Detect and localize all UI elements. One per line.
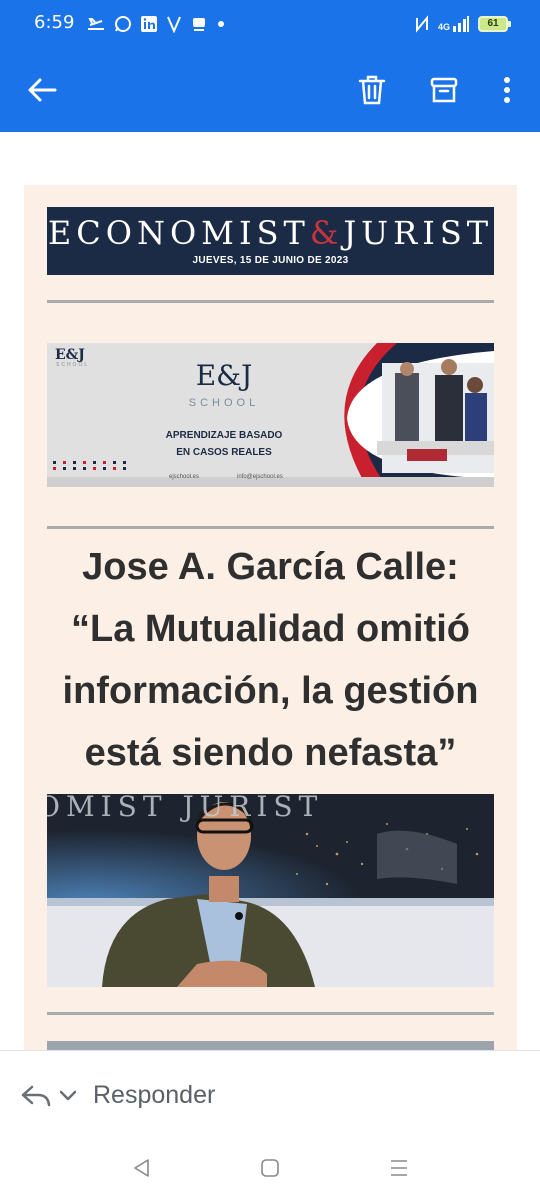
network-type: 4G xyxy=(437,22,450,32)
newsletter-header-banner[interactable]: ECONOMIST&JURIST JUEVES, 15 DE JUNIO DE … xyxy=(47,207,494,275)
article-headline[interactable]: Jose A. García Calle: “La Mutualidad omi… xyxy=(34,536,507,784)
reply-arrow-icon[interactable] xyxy=(20,1081,52,1109)
newsletter-date: JUEVES, 15 DE JUNIO DE 2023 xyxy=(192,255,349,266)
system-navigation-bar xyxy=(0,1140,540,1200)
ad-website: ejschool.es xyxy=(169,474,200,480)
whatsapp-icon xyxy=(115,16,131,32)
delete-button[interactable] xyxy=(350,68,394,112)
archive-button[interactable] xyxy=(422,68,466,112)
linkedin-icon xyxy=(141,16,157,32)
reply-button[interactable]: Responder xyxy=(93,1081,215,1110)
more-vertical-icon xyxy=(504,77,510,103)
notification-icons xyxy=(86,12,226,36)
next-article-image[interactable] xyxy=(47,1041,494,1050)
section-divider xyxy=(47,300,494,303)
newsletter-card: ECONOMIST&JURIST JUEVES, 15 DE JUNIO DE … xyxy=(24,185,517,1050)
signal-icon xyxy=(453,16,469,32)
trash-icon xyxy=(358,75,386,105)
email-body[interactable]: ECONOMIST&JURIST JUEVES, 15 DE JUNIO DE … xyxy=(0,132,540,1050)
email-app-bar xyxy=(0,48,540,132)
more-options-button[interactable] xyxy=(485,68,529,112)
newsletter-brand: ECONOMIST&JURIST xyxy=(47,214,494,252)
app-notification-icon xyxy=(193,18,205,31)
airplane-icon xyxy=(88,18,104,30)
arrow-left-icon xyxy=(28,78,57,102)
status-bar: 6:59 4G 61 xyxy=(0,0,540,48)
recents-menu-icon[interactable] xyxy=(387,1156,411,1180)
ad-email: info@ejschool.es xyxy=(237,474,283,480)
chevron-down-icon[interactable] xyxy=(56,1085,80,1105)
ad-logo-small-sub: SCHOOL xyxy=(56,362,90,368)
nfc-icon xyxy=(415,15,428,33)
section-divider xyxy=(47,1012,494,1015)
ad-dots-decoration xyxy=(53,461,126,470)
ad-logo-small: E&J xyxy=(55,347,85,363)
back-button[interactable] xyxy=(20,68,64,112)
reply-bar: Responder xyxy=(0,1050,540,1140)
ad-tagline: APRENDIZAJE BASADO EN CASOS REALES xyxy=(165,430,283,458)
ej-school-ad-banner[interactable]: E&J SCHOOL E&J SCHOOL APRENDIZAJE BASADO… xyxy=(47,343,494,487)
archive-icon xyxy=(430,77,458,103)
home-square-icon[interactable] xyxy=(258,1156,282,1180)
article-photo[interactable]: OMIST JURIST xyxy=(47,794,494,987)
battery-icon: 61 xyxy=(478,16,511,32)
signal-indicator: 4G xyxy=(438,16,470,32)
photo-backdrop-text: OMIST JURIST xyxy=(47,794,324,823)
ad-logo-school: SCHOOL xyxy=(188,397,260,409)
v-logo-icon xyxy=(167,16,181,33)
back-triangle-icon[interactable] xyxy=(130,1156,154,1180)
section-divider xyxy=(47,526,494,529)
ad-logo-big: E&J xyxy=(195,359,253,392)
status-time: 6:59 xyxy=(34,12,75,33)
dot-icon xyxy=(218,21,224,27)
status-right: 4G 61 xyxy=(414,12,511,36)
